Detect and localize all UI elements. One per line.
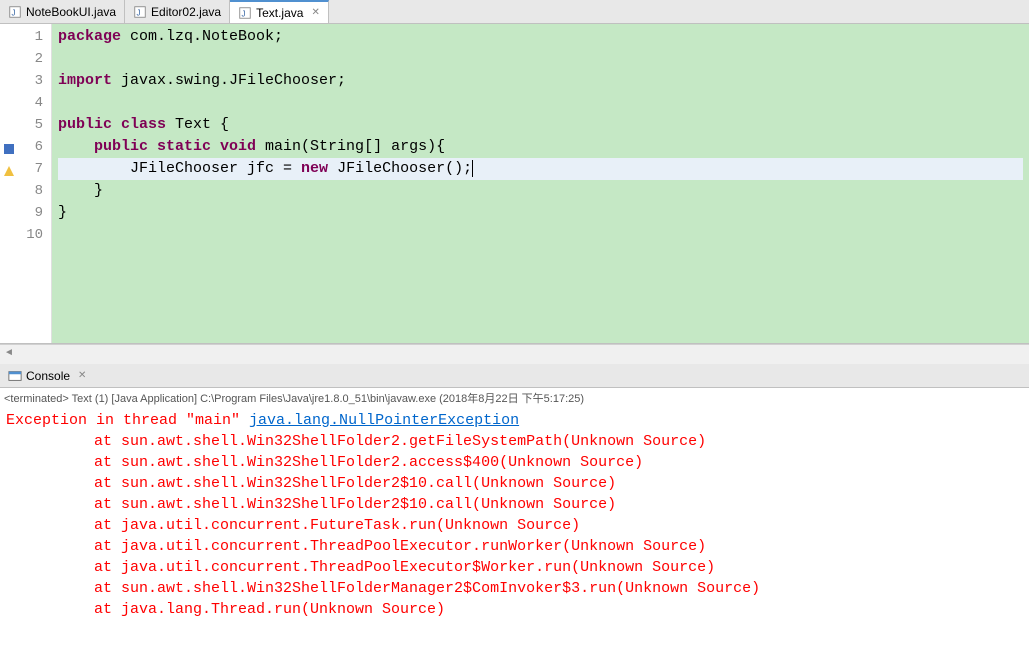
stack-frame: at sun.awt.shell.Win32ShellFolder2.getFi…: [6, 431, 1023, 452]
warning-marker-icon: [2, 162, 14, 174]
java-file-icon: J: [8, 5, 22, 19]
editor-tabs: J NoteBookUI.java J Editor02.java J Text…: [0, 0, 1029, 24]
line-number: 3: [0, 70, 43, 92]
code-line: package com.lzq.NoteBook;: [58, 26, 1023, 48]
code-line: [58, 92, 1023, 114]
stack-frame: at java.lang.Thread.run(Unknown Source): [6, 599, 1023, 620]
tab-text[interactable]: J Text.java ✕: [230, 0, 329, 23]
exception-class-link[interactable]: java.lang.NullPointerException: [249, 412, 519, 429]
code-line: [58, 224, 1023, 246]
line-number: 5: [0, 114, 43, 136]
code-text-area[interactable]: package com.lzq.NoteBook; import javax.sw…: [52, 24, 1029, 343]
scroll-left-icon[interactable]: ◄: [2, 346, 16, 360]
horizontal-scrollbar[interactable]: ◄: [0, 344, 1029, 360]
code-line: public static void main(String[] args){: [58, 136, 1023, 158]
console-icon: [8, 369, 22, 383]
breakpoint-marker-icon: [2, 140, 14, 152]
line-number-gutter: 12345678910: [0, 24, 52, 343]
code-line: public class Text {: [58, 114, 1023, 136]
stack-frame: at java.util.concurrent.FutureTask.run(U…: [6, 515, 1023, 536]
java-file-icon: J: [133, 5, 147, 19]
console-tabs: Console ✕: [0, 364, 1029, 388]
line-number: 8: [0, 180, 43, 202]
stack-frame: at sun.awt.shell.Win32ShellFolder2$10.ca…: [6, 494, 1023, 515]
stack-frame: at java.util.concurrent.ThreadPoolExecut…: [6, 536, 1023, 557]
tab-label: Editor02.java: [151, 5, 221, 19]
svg-text:J: J: [12, 8, 16, 17]
line-number: 4: [0, 92, 43, 114]
svg-text:J: J: [242, 9, 246, 18]
console-output[interactable]: Exception in thread "main" java.lang.Nul…: [0, 408, 1029, 648]
exception-line: Exception in thread "main" java.lang.Nul…: [6, 410, 1023, 431]
stack-frame: at java.util.concurrent.ThreadPoolExecut…: [6, 557, 1023, 578]
console-tab-label: Console: [26, 369, 70, 383]
tab-console[interactable]: Console ✕: [0, 366, 94, 386]
tab-editor02[interactable]: J Editor02.java: [125, 0, 230, 23]
tab-label: Text.java: [256, 6, 303, 20]
line-number: 9: [0, 202, 43, 224]
line-number: 10: [0, 224, 43, 246]
code-line: import javax.swing.JFileChooser;: [58, 70, 1023, 92]
code-editor: 12345678910 package com.lzq.NoteBook; imp…: [0, 24, 1029, 344]
stack-frame: at sun.awt.shell.Win32ShellFolderManager…: [6, 578, 1023, 599]
code-line: }: [58, 180, 1023, 202]
close-icon[interactable]: ✕: [78, 370, 86, 381]
line-number: 6: [0, 136, 43, 158]
line-number: 7: [0, 158, 43, 180]
text-cursor: [472, 160, 473, 177]
svg-text:J: J: [137, 8, 141, 17]
tab-notebookui[interactable]: J NoteBookUI.java: [0, 0, 125, 23]
code-line: [58, 48, 1023, 70]
line-number: 1: [0, 26, 43, 48]
stack-frame: at sun.awt.shell.Win32ShellFolder2.acces…: [6, 452, 1023, 473]
stack-frame: at sun.awt.shell.Win32ShellFolder2$10.ca…: [6, 473, 1023, 494]
close-icon[interactable]: ✕: [311, 7, 319, 18]
java-file-icon: J: [238, 6, 252, 20]
exception-prefix: Exception in thread "main": [6, 412, 249, 429]
tab-label: NoteBookUI.java: [26, 5, 116, 19]
code-line: JFileChooser jfc = new JFileChooser();: [58, 158, 1023, 180]
line-number: 2: [0, 48, 43, 70]
code-line: }: [58, 202, 1023, 224]
console-run-header: <terminated> Text (1) [Java Application]…: [0, 388, 1029, 408]
